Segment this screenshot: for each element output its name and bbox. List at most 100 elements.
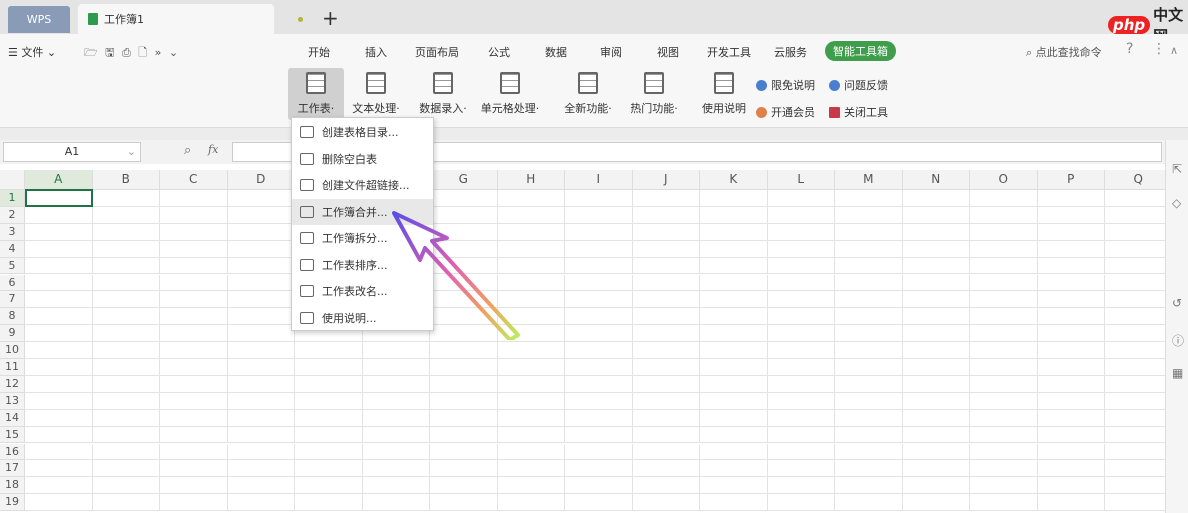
cell[interactable] xyxy=(92,409,160,427)
cell[interactable] xyxy=(835,342,903,359)
cell[interactable] xyxy=(835,477,903,495)
cell[interactable] xyxy=(902,274,970,292)
cell[interactable] xyxy=(970,477,1038,495)
cell[interactable] xyxy=(565,257,633,275)
tab-menu-3[interactable]: 公式 xyxy=(488,44,510,60)
cell[interactable] xyxy=(1037,460,1105,478)
cell[interactable] xyxy=(92,375,160,393)
cell[interactable] xyxy=(295,426,363,444)
row-header[interactable]: 11 xyxy=(0,359,25,376)
cell[interactable] xyxy=(25,240,93,258)
cell[interactable] xyxy=(700,460,768,478)
cell[interactable] xyxy=(295,443,363,461)
cell[interactable] xyxy=(160,291,228,309)
cell[interactable] xyxy=(700,477,768,495)
cell[interactable] xyxy=(767,240,835,258)
cell[interactable] xyxy=(1037,325,1105,343)
cell[interactable] xyxy=(497,477,565,495)
cell[interactable] xyxy=(767,392,835,410)
cell[interactable] xyxy=(902,477,970,495)
cell[interactable] xyxy=(1105,392,1173,410)
cell[interactable] xyxy=(835,460,903,478)
cell[interactable] xyxy=(835,409,903,427)
cell[interactable] xyxy=(295,460,363,478)
cell[interactable] xyxy=(767,325,835,343)
cell[interactable] xyxy=(1105,291,1173,309)
cell[interactable] xyxy=(227,494,295,512)
row-header[interactable]: 10 xyxy=(0,342,25,359)
cell[interactable] xyxy=(227,426,295,444)
cell[interactable] xyxy=(227,325,295,343)
cell[interactable] xyxy=(362,443,430,461)
tab-menu-6[interactable]: 视图 xyxy=(657,44,679,60)
row-header[interactable]: 16 xyxy=(0,443,25,461)
cell[interactable] xyxy=(970,426,1038,444)
cell[interactable] xyxy=(430,342,498,359)
cell[interactable] xyxy=(700,223,768,241)
cell[interactable] xyxy=(835,392,903,410)
cell[interactable] xyxy=(160,206,228,224)
cell[interactable] xyxy=(227,409,295,427)
cell[interactable] xyxy=(25,460,93,478)
cell[interactable] xyxy=(565,240,633,258)
column-header[interactable]: G xyxy=(430,170,498,190)
cell[interactable] xyxy=(700,409,768,427)
cell[interactable] xyxy=(1105,359,1173,376)
cell[interactable] xyxy=(227,274,295,292)
select-all[interactable] xyxy=(0,170,25,190)
menu-item-2[interactable]: 创建文件超链接... xyxy=(292,172,433,198)
cell[interactable] xyxy=(92,359,160,376)
membership-button[interactable]: 开通会员 xyxy=(756,104,815,120)
cell[interactable] xyxy=(632,375,700,393)
cell[interactable] xyxy=(565,308,633,326)
cell[interactable] xyxy=(565,443,633,461)
cell[interactable] xyxy=(430,392,498,410)
cell[interactable] xyxy=(767,375,835,393)
cell[interactable] xyxy=(497,375,565,393)
cell[interactable] xyxy=(565,494,633,512)
cell[interactable] xyxy=(160,308,228,326)
cell[interactable] xyxy=(902,460,970,478)
cell[interactable] xyxy=(970,274,1038,292)
cell[interactable] xyxy=(92,494,160,512)
cell[interactable] xyxy=(1037,308,1105,326)
column-header[interactable]: L xyxy=(767,170,835,190)
ribbon-button-6[interactable]: 使用说明 xyxy=(696,68,752,120)
cell[interactable] xyxy=(970,359,1038,376)
cell[interactable] xyxy=(632,477,700,495)
cell[interactable] xyxy=(632,257,700,275)
cell[interactable] xyxy=(970,206,1038,224)
cell[interactable] xyxy=(92,240,160,258)
cell[interactable] xyxy=(632,308,700,326)
cell[interactable] xyxy=(835,494,903,512)
cell[interactable] xyxy=(767,359,835,376)
cell[interactable] xyxy=(970,375,1038,393)
cell[interactable] xyxy=(1105,240,1173,258)
cell[interactable] xyxy=(565,325,633,343)
row-header[interactable]: 1 xyxy=(0,190,25,207)
shapes-icon[interactable]: ◇ xyxy=(1172,196,1181,210)
tab-menu-0[interactable]: 开始 xyxy=(308,44,330,60)
column-header[interactable]: B xyxy=(92,170,160,190)
cell[interactable] xyxy=(1105,325,1173,343)
cell[interactable] xyxy=(632,291,700,309)
cell[interactable] xyxy=(700,392,768,410)
cell[interactable] xyxy=(160,342,228,359)
cell[interactable] xyxy=(1105,375,1173,393)
cell[interactable] xyxy=(835,426,903,444)
cell[interactable] xyxy=(497,359,565,376)
cell[interactable] xyxy=(632,240,700,258)
column-header[interactable]: D xyxy=(227,170,295,190)
cell[interactable] xyxy=(1105,342,1173,359)
cell[interactable] xyxy=(497,460,565,478)
cell[interactable] xyxy=(92,342,160,359)
cell[interactable] xyxy=(902,443,970,461)
cell[interactable] xyxy=(1037,494,1105,512)
cell[interactable] xyxy=(700,274,768,292)
row-header[interactable]: 13 xyxy=(0,392,25,410)
row-header[interactable]: 2 xyxy=(0,206,25,224)
cell[interactable] xyxy=(700,426,768,444)
cell[interactable] xyxy=(25,494,93,512)
row-header[interactable]: 8 xyxy=(0,308,25,326)
cell[interactable] xyxy=(160,392,228,410)
